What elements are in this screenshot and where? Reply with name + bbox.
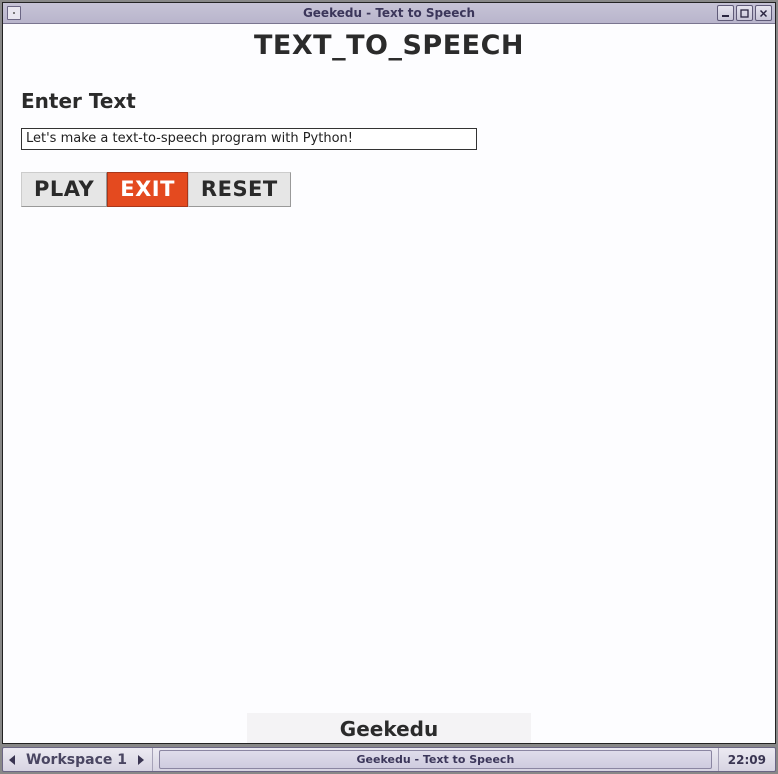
input-label: Enter Text bbox=[21, 89, 757, 113]
window-title: Geekedu - Text to Speech bbox=[3, 6, 775, 20]
footer-brand: Geekedu bbox=[247, 713, 531, 743]
chevron-right-icon bbox=[136, 755, 144, 765]
maximize-icon bbox=[740, 9, 749, 18]
minimize-icon bbox=[721, 9, 730, 18]
taskbar-entry[interactable]: Geekedu - Text to Speech bbox=[159, 750, 712, 769]
text-input[interactable] bbox=[21, 128, 477, 150]
close-icon bbox=[759, 9, 768, 18]
exit-button[interactable]: EXIT bbox=[107, 172, 188, 207]
desktop: Geekedu - Text to Speech TEXT_TO_SPEECH … bbox=[0, 0, 778, 774]
button-row: PLAY EXIT RESET bbox=[21, 172, 757, 207]
workspace-prev-button[interactable] bbox=[7, 752, 19, 768]
workspace-label: Workspace 1 bbox=[23, 752, 130, 768]
titlebar[interactable]: Geekedu - Text to Speech bbox=[3, 3, 775, 24]
app-window: Geekedu - Text to Speech TEXT_TO_SPEECH … bbox=[2, 2, 776, 744]
maximize-button[interactable] bbox=[736, 5, 753, 21]
app-body: TEXT_TO_SPEECH Enter Text PLAY EXIT RESE… bbox=[3, 24, 775, 743]
play-button[interactable]: PLAY bbox=[21, 172, 107, 207]
reset-button[interactable]: RESET bbox=[188, 172, 291, 207]
chevron-left-icon bbox=[9, 755, 17, 765]
workspace-switcher: Workspace 1 bbox=[3, 748, 153, 771]
taskbar-clock: 22:09 bbox=[718, 748, 775, 771]
workspace-next-button[interactable] bbox=[134, 752, 146, 768]
window-controls bbox=[717, 5, 772, 21]
page-title: TEXT_TO_SPEECH bbox=[21, 30, 757, 61]
window-menu-icon[interactable] bbox=[7, 6, 21, 20]
close-button[interactable] bbox=[755, 5, 772, 21]
minimize-button[interactable] bbox=[717, 5, 734, 21]
taskbar: Workspace 1 Geekedu - Text to Speech 22:… bbox=[2, 747, 776, 772]
